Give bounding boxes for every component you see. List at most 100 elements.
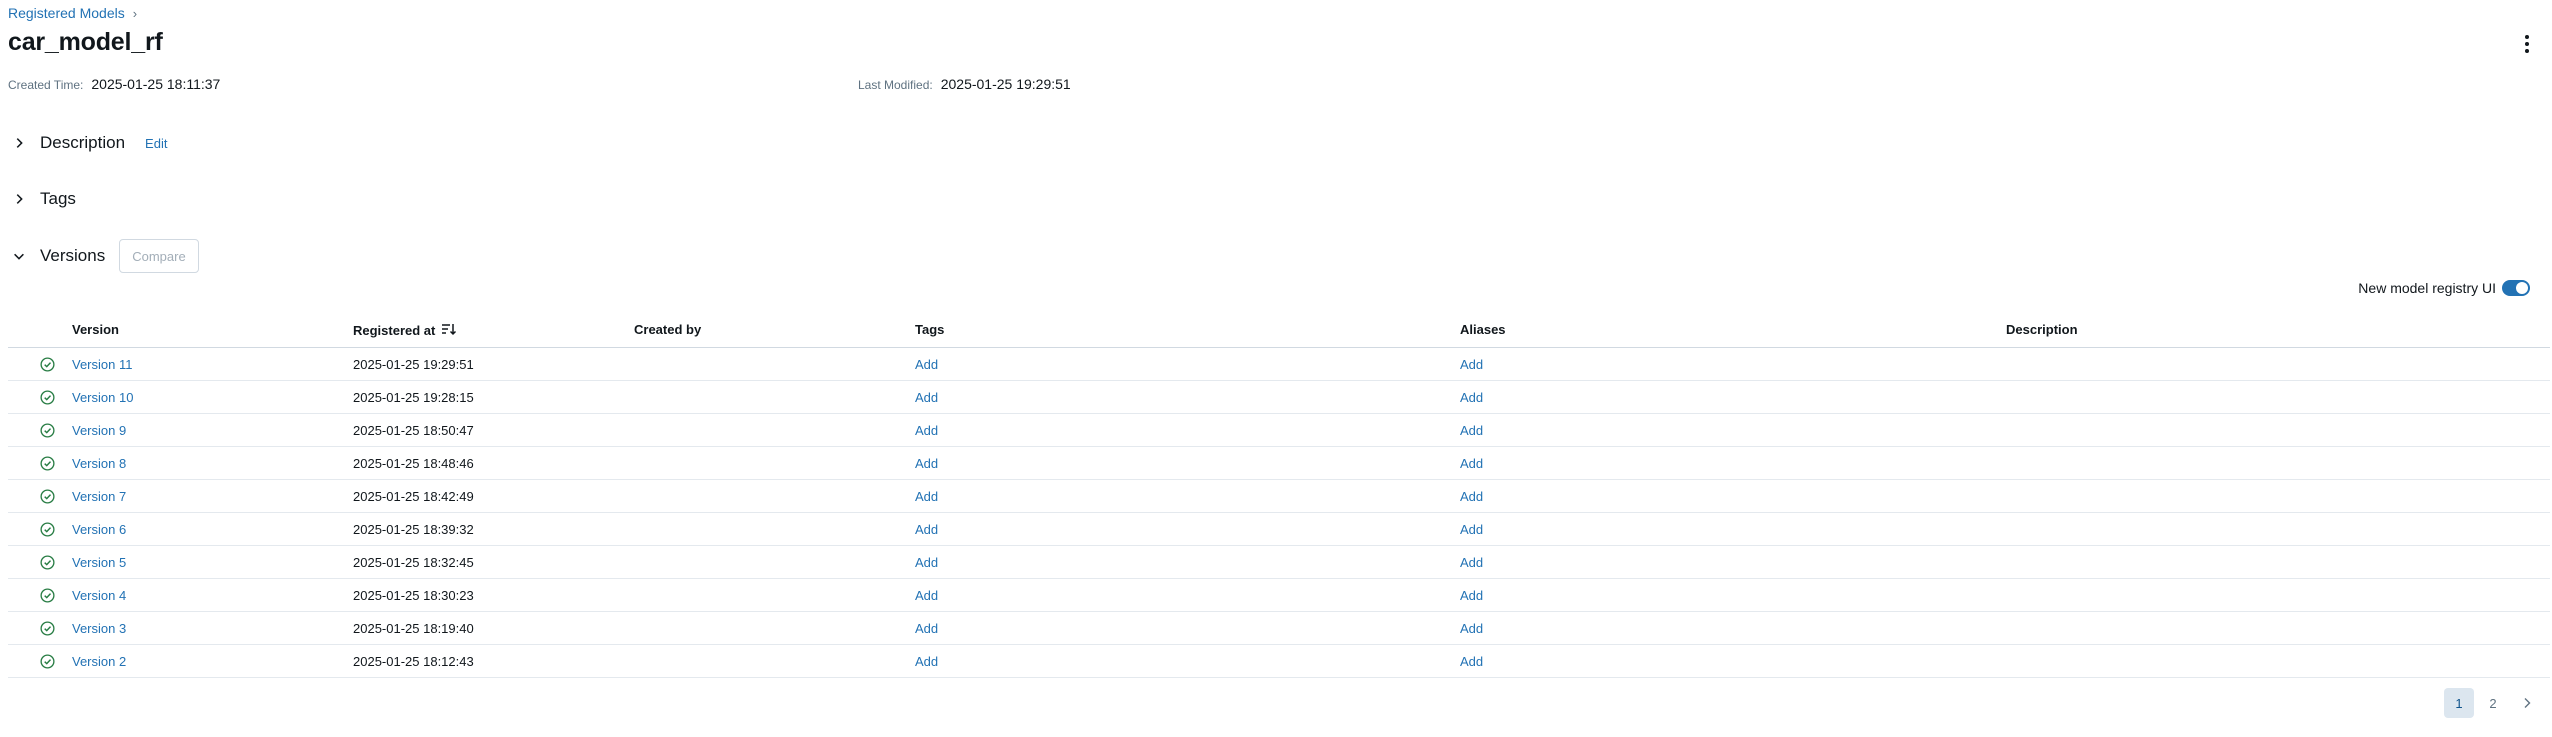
registry-ui-toggle-label: New model registry UI (2358, 280, 2496, 296)
chevron-right-icon[interactable] (8, 188, 30, 210)
description-edit-link[interactable]: Edit (145, 136, 167, 151)
check-circle-icon (40, 456, 55, 471)
check-circle-icon (40, 423, 55, 438)
check-circle-icon (40, 390, 55, 405)
column-header-registered-at[interactable]: Registered at (353, 322, 457, 339)
add-alias-link[interactable]: Add (1460, 423, 1483, 438)
chevron-right-icon[interactable] (2512, 688, 2542, 718)
created-time-value: 2025-01-25 18:11:37 (91, 76, 221, 92)
column-header-created-by[interactable]: Created by (634, 322, 701, 337)
column-header-tags[interactable]: Tags (915, 322, 944, 337)
add-alias-link[interactable]: Add (1460, 588, 1483, 603)
breadcrumb-separator: › (132, 5, 138, 21)
table-row: Version 2 2025-01-25 18:12:43 Add Add (8, 645, 2550, 678)
tags-section: Tags (8, 183, 76, 215)
registered-at-cell: 2025-01-25 18:50:47 (353, 423, 474, 438)
add-tag-link[interactable]: Add (915, 588, 938, 603)
add-alias-link[interactable]: Add (1460, 390, 1483, 405)
chevron-down-icon[interactable] (8, 245, 30, 267)
table-row: Version 3 2025-01-25 18:19:40 Add Add (8, 612, 2550, 645)
registered-at-cell: 2025-01-25 18:39:32 (353, 522, 474, 537)
versions-title[interactable]: Versions (40, 246, 105, 266)
add-tag-link[interactable]: Add (915, 621, 938, 636)
pagination: 1 2 (2444, 688, 2542, 718)
version-link[interactable]: Version 10 (72, 390, 133, 405)
add-alias-link[interactable]: Add (1460, 357, 1483, 372)
breadcrumb-registered-models[interactable]: Registered Models (8, 5, 125, 21)
version-link[interactable]: Version 7 (72, 489, 126, 504)
version-link[interactable]: Version 9 (72, 423, 126, 438)
registered-at-cell: 2025-01-25 18:42:49 (353, 489, 474, 504)
add-tag-link[interactable]: Add (915, 357, 938, 372)
version-link[interactable]: Version 5 (72, 555, 126, 570)
check-circle-icon (40, 654, 55, 669)
chevron-right-icon[interactable] (8, 132, 30, 154)
model-page: Registered Models › car_model_rf Created… (0, 0, 2552, 737)
registered-at-cell: 2025-01-25 19:28:15 (353, 390, 474, 405)
last-modified-label: Last Modified: (858, 78, 933, 92)
registered-at-cell: 2025-01-25 19:29:51 (353, 357, 474, 372)
versions-section: Versions Compare (8, 238, 199, 274)
registered-at-cell: 2025-01-25 18:12:43 (353, 654, 474, 669)
created-time-label: Created Time: (8, 78, 84, 92)
version-link[interactable]: Version 11 (72, 357, 132, 372)
check-circle-icon (40, 621, 55, 636)
registered-at-cell: 2025-01-25 18:32:45 (353, 555, 474, 570)
registry-ui-toggle-wrap: New model registry UI (2358, 280, 2530, 296)
check-circle-icon (40, 489, 55, 504)
version-link[interactable]: Version 2 (72, 654, 126, 669)
add-tag-link[interactable]: Add (915, 423, 938, 438)
check-circle-icon (40, 357, 55, 372)
registry-ui-toggle[interactable] (2502, 280, 2530, 296)
column-header-version[interactable]: Version (72, 322, 119, 337)
last-modified: Last Modified: 2025-01-25 19:29:51 (858, 76, 1071, 92)
table-row: Version 8 2025-01-25 18:48:46 Add Add (8, 447, 2550, 480)
check-circle-icon (40, 588, 55, 603)
table-header: Version Registered at Created by Tags Al… (8, 312, 2550, 348)
add-alias-link[interactable]: Add (1460, 654, 1483, 669)
column-header-aliases[interactable]: Aliases (1460, 322, 1506, 337)
description-title[interactable]: Description (40, 133, 125, 153)
version-link[interactable]: Version 6 (72, 522, 126, 537)
table-row: Version 4 2025-01-25 18:30:23 Add Add (8, 579, 2550, 612)
add-alias-link[interactable]: Add (1460, 555, 1483, 570)
add-tag-link[interactable]: Add (915, 522, 938, 537)
table-row: Version 10 2025-01-25 19:28:15 Add Add (8, 381, 2550, 414)
add-alias-link[interactable]: Add (1460, 456, 1483, 471)
description-section: Description Edit (8, 127, 167, 159)
sort-descending-icon[interactable] (441, 322, 457, 339)
add-alias-link[interactable]: Add (1460, 522, 1483, 537)
version-link[interactable]: Version 8 (72, 456, 126, 471)
table-body: Version 11 2025-01-25 19:29:51 Add Add Versi… (8, 348, 2550, 678)
registered-at-cell: 2025-01-25 18:30:23 (353, 588, 474, 603)
add-tag-link[interactable]: Add (915, 456, 938, 471)
column-header-description[interactable]: Description (2006, 322, 2078, 337)
add-tag-link[interactable]: Add (915, 489, 938, 504)
add-alias-link[interactable]: Add (1460, 489, 1483, 504)
check-circle-icon (40, 555, 55, 570)
page-1-button[interactable]: 1 (2444, 688, 2474, 718)
compare-button[interactable]: Compare (119, 239, 199, 273)
page-2-button[interactable]: 2 (2478, 688, 2508, 718)
add-tag-link[interactable]: Add (915, 654, 938, 669)
page-title: car_model_rf (8, 28, 163, 56)
version-link[interactable]: Version 3 (72, 621, 126, 636)
check-circle-icon (40, 522, 55, 537)
add-alias-link[interactable]: Add (1460, 621, 1483, 636)
table-row: Version 11 2025-01-25 19:29:51 Add Add (8, 348, 2550, 381)
kebab-menu-icon[interactable] (2518, 32, 2536, 56)
registered-at-cell: 2025-01-25 18:19:40 (353, 621, 474, 636)
table-row: Version 5 2025-01-25 18:32:45 Add Add (8, 546, 2550, 579)
table-row: Version 6 2025-01-25 18:39:32 Add Add (8, 513, 2550, 546)
last-modified-value: 2025-01-25 19:29:51 (940, 76, 1071, 92)
breadcrumb: Registered Models › (8, 5, 137, 21)
table-row: Version 7 2025-01-25 18:42:49 Add Add (8, 480, 2550, 513)
add-tag-link[interactable]: Add (915, 555, 938, 570)
tags-title[interactable]: Tags (40, 189, 76, 209)
add-tag-link[interactable]: Add (915, 390, 938, 405)
created-time: Created Time: 2025-01-25 18:11:37 (8, 76, 220, 92)
versions-table: Version Registered at Created by Tags Al… (8, 312, 2550, 678)
registered-at-cell: 2025-01-25 18:48:46 (353, 456, 474, 471)
version-link[interactable]: Version 4 (72, 588, 126, 603)
table-row: Version 9 2025-01-25 18:50:47 Add Add (8, 414, 2550, 447)
